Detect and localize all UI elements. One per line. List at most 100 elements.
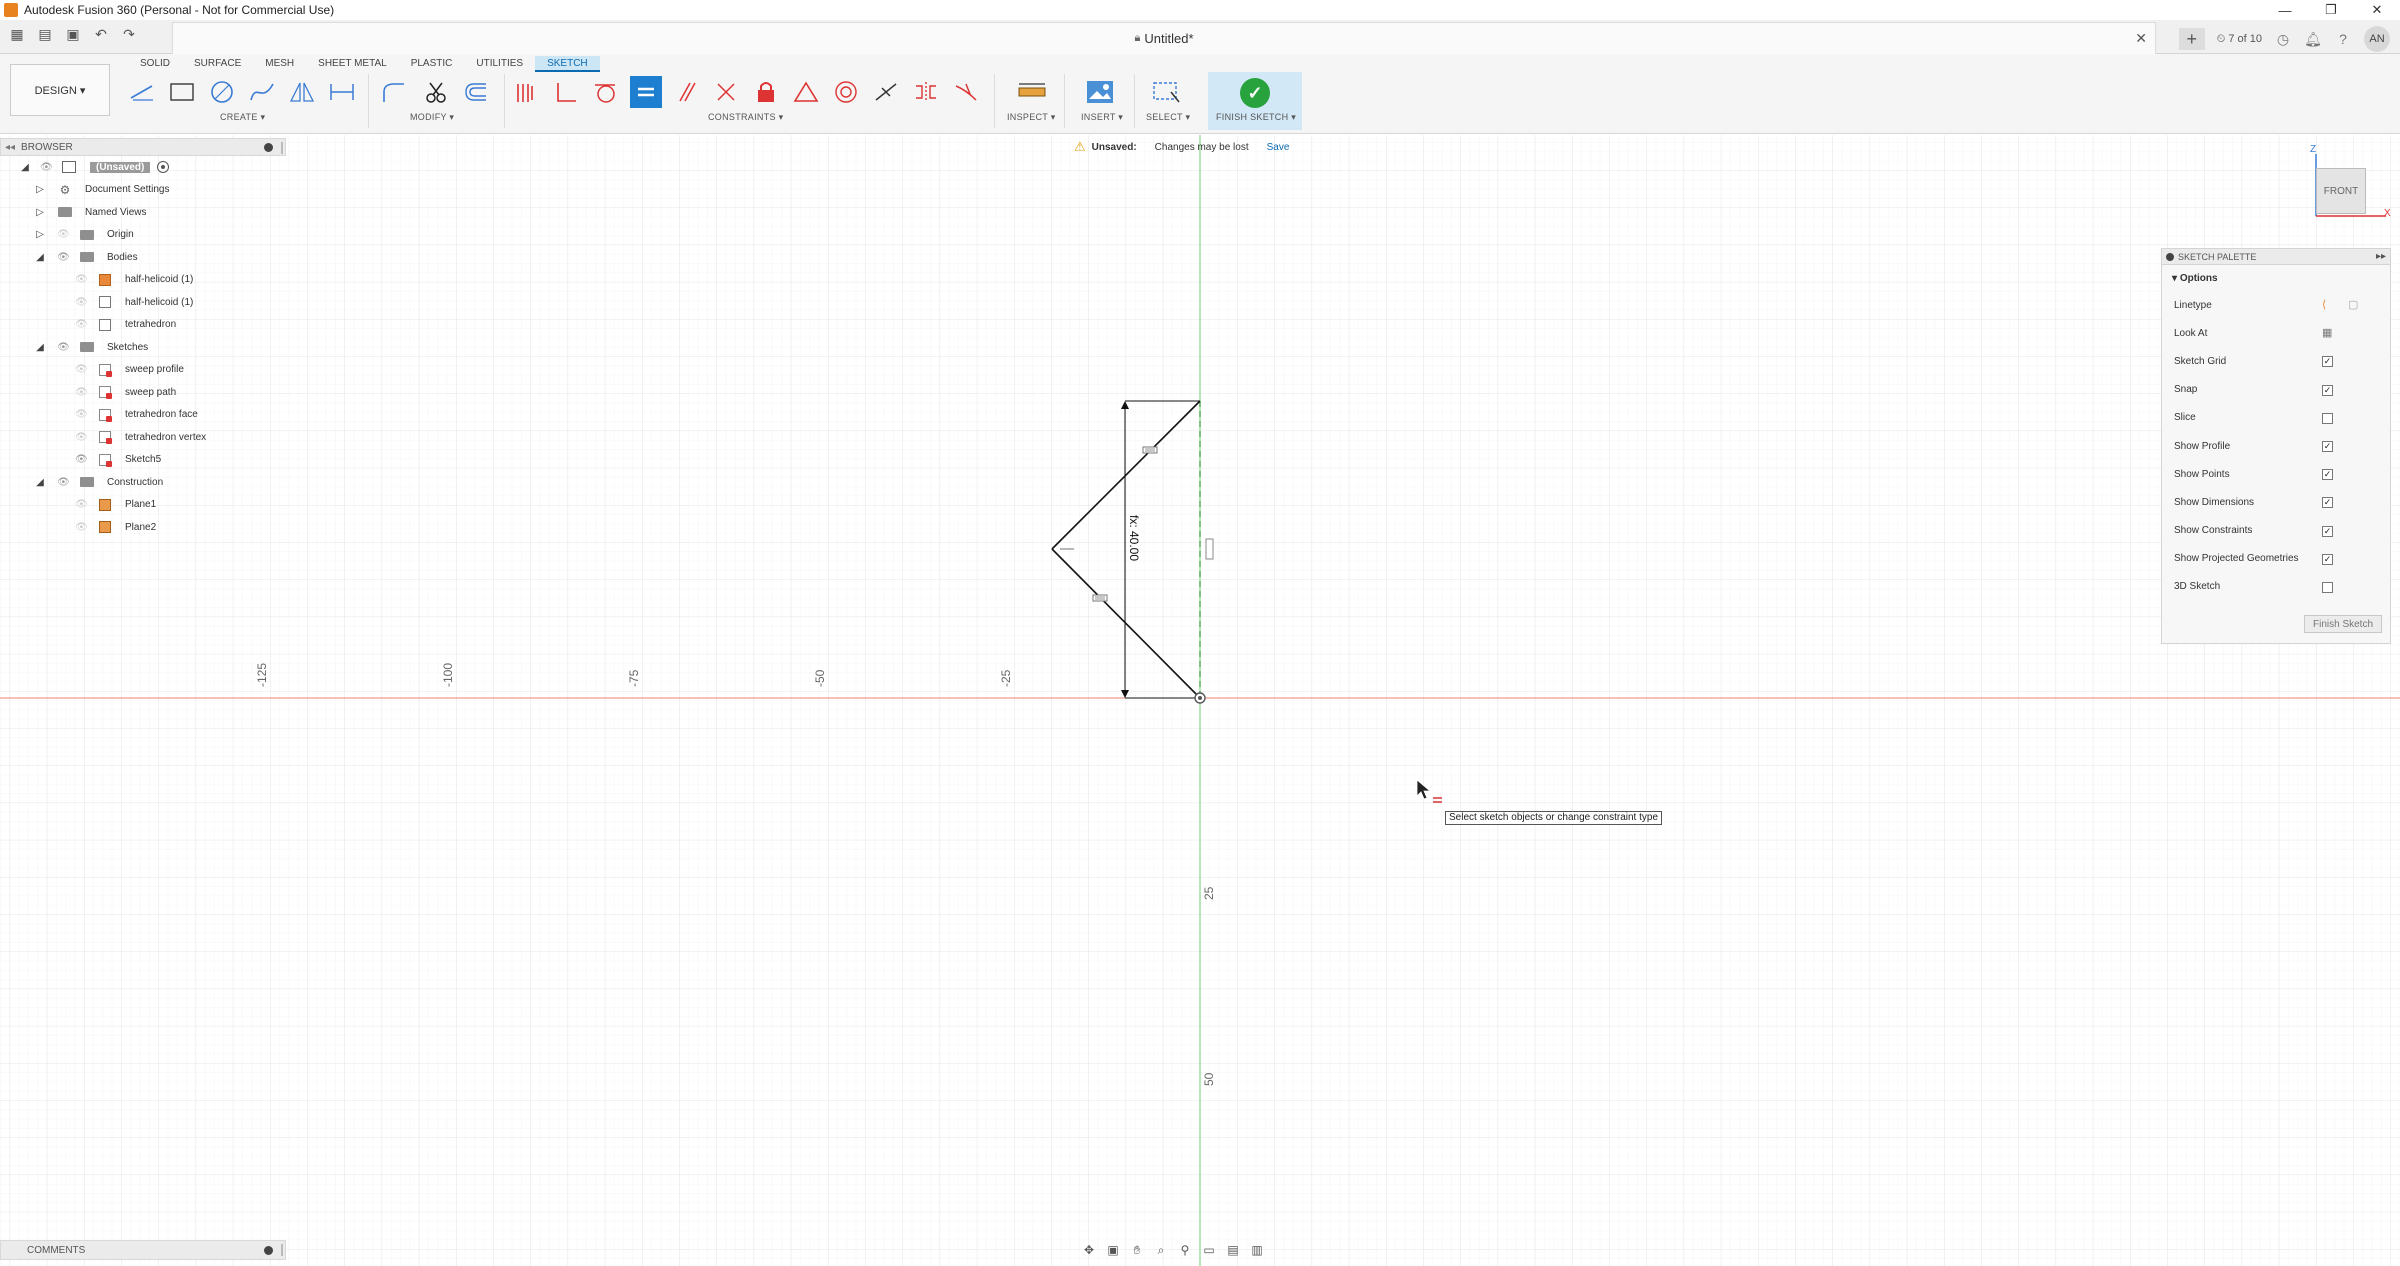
tangent-icon[interactable]: [590, 76, 622, 108]
help-icon[interactable]: ?: [2334, 31, 2352, 47]
zoom-icon[interactable]: ⌕: [1152, 1243, 1170, 1258]
browser-item-body[interactable]: 👁︎ half-helicoid (1): [0, 269, 286, 292]
eye-icon[interactable]: 👁︎: [75, 297, 88, 308]
expanded-triangle-icon[interactable]: ◢: [35, 252, 45, 263]
triangle-constraint-icon[interactable]: [790, 76, 822, 108]
clock-icon[interactable]: ◷: [2274, 31, 2292, 48]
eye-icon[interactable]: 👁︎: [75, 499, 88, 510]
spline-tool-icon[interactable]: [246, 76, 278, 108]
data-panel-grid-icon[interactable]: ▦: [6, 26, 28, 43]
tab-sheet-metal[interactable]: SHEET METAL: [306, 56, 399, 72]
horizontal-vertical-icon[interactable]: [510, 76, 542, 108]
expand-icon[interactable]: ▸▸: [2376, 251, 2386, 262]
new-tab-button[interactable]: +: [2178, 28, 2205, 50]
sketch-canvas[interactable]: -125 -100 -75 -50 -25 25 50 fx: 40.00: [0, 135, 2400, 1266]
browser-item-sketch[interactable]: 👁︎ tetrahedron vertex: [0, 426, 286, 449]
browser-item-plane[interactable]: 👁︎ Plane1: [0, 494, 286, 517]
circle-tool-icon[interactable]: [206, 76, 238, 108]
eye-icon[interactable]: 👁︎: [57, 342, 70, 353]
notifications-icon[interactable]: 🔔︎: [2304, 31, 2322, 48]
fillet-tool-icon[interactable]: [378, 76, 410, 108]
fix-lock-icon[interactable]: [750, 76, 782, 108]
constraints-group-label[interactable]: CONSTRAINTS ▾: [708, 112, 783, 123]
eye-icon[interactable]: 👁︎: [75, 274, 88, 285]
eye-icon[interactable]: 👁︎: [75, 387, 88, 398]
view-cube[interactable]: Z FRONT X: [2300, 140, 2400, 230]
save-link[interactable]: Save: [1267, 142, 1290, 153]
parallel-icon[interactable]: [670, 76, 702, 108]
offset-tool-icon[interactable]: [460, 76, 492, 108]
display-settings-icon[interactable]: ▭: [1200, 1243, 1218, 1257]
pin-icon[interactable]: [264, 143, 273, 152]
job-status[interactable]: ⏲ 7 of 10: [2217, 33, 2262, 46]
snap-checkbox[interactable]: ✓: [2322, 384, 2333, 396]
expanded-triangle-icon[interactable]: ◢: [20, 162, 30, 173]
pin-icon[interactable]: [264, 1246, 273, 1255]
browser-item-construction[interactable]: ◢ 👁︎ Construction: [0, 471, 286, 494]
expanded-triangle-icon[interactable]: ◢: [35, 342, 45, 353]
palette-header[interactable]: SKETCH PALETTE ▸▸: [2162, 249, 2390, 265]
tab-plastic[interactable]: PLASTIC: [399, 56, 465, 72]
browser-item-bodies[interactable]: ◢ 👁︎ Bodies: [0, 246, 286, 269]
comments-panel[interactable]: COMMENTS: [0, 1240, 286, 1260]
file-menu-icon[interactable]: ▤: [34, 26, 56, 43]
tab-sketch[interactable]: SKETCH: [535, 56, 600, 72]
midpoint-icon[interactable]: [870, 76, 902, 108]
browser-item-plane[interactable]: 👁︎ Plane2: [0, 516, 286, 539]
show-constraints-checkbox[interactable]: ✓: [2322, 525, 2333, 537]
activate-target-icon[interactable]: [156, 161, 170, 174]
slice-checkbox[interactable]: [2322, 412, 2333, 424]
browser-header[interactable]: ◂◂ BROWSER: [0, 138, 286, 156]
viewports-icon[interactable]: ▥: [1248, 1243, 1266, 1257]
construction-linetype-icon[interactable]: ⟨: [2322, 298, 2326, 311]
browser-item-body[interactable]: 👁︎ tetrahedron: [0, 314, 286, 337]
equal-icon[interactable]: [630, 76, 662, 108]
insert-group-label[interactable]: INSERT ▾: [1081, 112, 1123, 123]
concentric-icon[interactable]: [830, 76, 862, 108]
modify-group-label[interactable]: MODIFY ▾: [410, 112, 454, 123]
collapse-icon[interactable]: ◂◂: [5, 142, 15, 153]
inspect-group-label[interactable]: INSPECT ▾: [1007, 112, 1056, 123]
restore-button[interactable]: ❐: [2308, 0, 2354, 20]
document-tab[interactable]: 🔒︎ Untitled* ✕: [172, 22, 2156, 54]
select-group-label[interactable]: SELECT ▾: [1146, 112, 1190, 123]
show-profile-checkbox[interactable]: ✓: [2322, 440, 2333, 452]
grid-settings-icon[interactable]: ▤: [1224, 1243, 1242, 1257]
symmetry-icon[interactable]: [910, 76, 942, 108]
tab-utilities[interactable]: UTILITIES: [464, 56, 535, 72]
coincident-icon[interactable]: [710, 76, 742, 108]
collapsed-triangle-icon[interactable]: ▷: [35, 207, 45, 218]
orbit-icon[interactable]: ✥: [1080, 1243, 1098, 1257]
collapsed-triangle-icon[interactable]: ▷: [35, 184, 45, 195]
save-icon[interactable]: ▣: [62, 26, 84, 43]
eye-icon[interactable]: 👁︎: [75, 364, 88, 375]
browser-item-sketch-active[interactable]: 👁︎ Sketch5: [0, 449, 286, 472]
show-dimensions-checkbox[interactable]: ✓: [2322, 497, 2333, 509]
measure-icon[interactable]: [1016, 76, 1048, 108]
centerline-linetype-icon[interactable]: ▢: [2348, 298, 2358, 311]
browser-item-origin[interactable]: ▷ 👁︎ Origin: [0, 224, 286, 247]
show-points-checkbox[interactable]: ✓: [2322, 469, 2333, 481]
create-group-label[interactable]: CREATE ▾: [220, 112, 265, 123]
browser-item-sketch[interactable]: 👁︎ tetrahedron face: [0, 404, 286, 427]
look-at-nav-icon[interactable]: ▣: [1104, 1243, 1122, 1257]
sketch-grid-checkbox[interactable]: ✓: [2322, 356, 2333, 368]
fit-icon[interactable]: ⚲: [1176, 1243, 1194, 1257]
mirror-tool-icon[interactable]: [286, 76, 318, 108]
browser-item-sketch[interactable]: 👁︎ sweep path: [0, 381, 286, 404]
tab-solid[interactable]: SOLID: [128, 56, 182, 72]
pin-icon[interactable]: [2166, 252, 2174, 261]
curvature-icon[interactable]: [950, 76, 982, 108]
redo-icon[interactable]: ↷: [118, 26, 140, 43]
finish-sketch-label[interactable]: FINISH SKETCH ▾: [1216, 112, 1296, 123]
eye-icon[interactable]: 👁︎: [40, 162, 53, 173]
palette-finish-sketch-button[interactable]: Finish Sketch: [2304, 615, 2382, 633]
tab-surface[interactable]: SURFACE: [182, 56, 253, 72]
eye-icon[interactable]: 👁︎: [75, 409, 88, 420]
dimension-tool-icon[interactable]: [326, 76, 358, 108]
eye-icon[interactable]: 👁︎: [57, 229, 70, 240]
look-at-icon[interactable]: ▦: [2322, 326, 2332, 339]
browser-item-document-settings[interactable]: ▷ ⚙ Document Settings: [0, 179, 286, 202]
select-window-icon[interactable]: [1150, 76, 1182, 108]
eye-icon[interactable]: 👁︎: [57, 477, 70, 488]
